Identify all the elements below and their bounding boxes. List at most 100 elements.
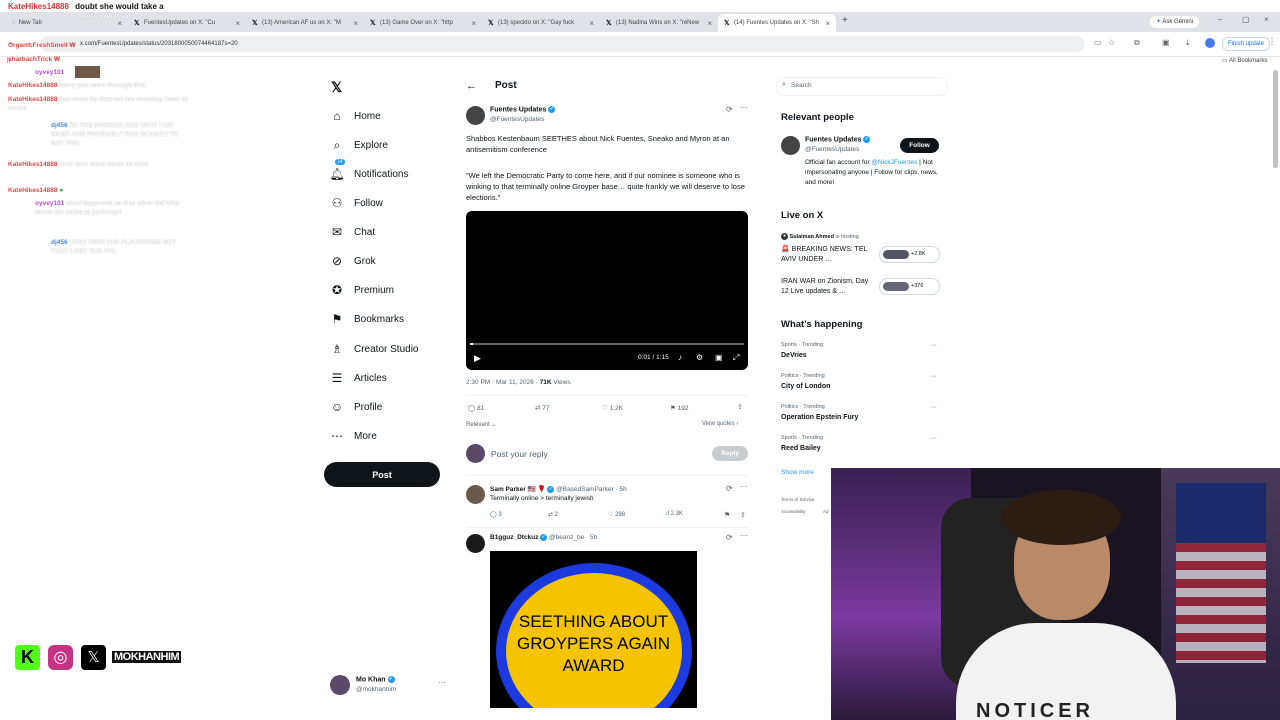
more-icon[interactable]: ···	[740, 482, 748, 491]
browser-tab[interactable]: 𝕏 (13) Nadina Wins on X: "reNew ×	[600, 14, 718, 32]
more-icon[interactable]: ···	[930, 342, 937, 349]
live-listeners[interactable]: +376	[879, 278, 940, 295]
repost-action[interactable]: ⇄ 77	[535, 404, 550, 412]
extensions-icon[interactable]: ⧉	[1134, 38, 1140, 48]
follow-button[interactable]: Follow	[900, 138, 939, 153]
footer-link[interactable]: Terms of Service	[781, 497, 815, 502]
reply-action[interactable]: ◯ 3	[490, 511, 502, 518]
show-more-link[interactable]: Show more	[781, 469, 814, 476]
nav-item-home[interactable]: ⌂ Home	[330, 106, 380, 126]
person-name[interactable]: Fuentes Updates ✓	[805, 136, 871, 143]
play-icon[interactable]: ▶	[474, 353, 481, 364]
more-icon[interactable]: ···	[930, 404, 937, 411]
more-icon[interactable]: ···	[740, 531, 748, 540]
page-scrollbar[interactable]	[1273, 70, 1278, 168]
avatar[interactable]	[781, 136, 800, 155]
settings-icon[interactable]: ⚙	[696, 353, 703, 362]
nav-item-more[interactable]: ⋯ More	[330, 426, 377, 446]
browser-tab[interactable]: 𝕏 (13) speckto on X: "Gay fuck ×	[482, 14, 600, 32]
reply-input[interactable]: Post your reply	[491, 449, 548, 459]
avatar[interactable]	[466, 485, 485, 504]
close-icon[interactable]: ×	[589, 19, 594, 28]
more-icon[interactable]: ···	[438, 678, 446, 687]
more-icon[interactable]: ···	[930, 435, 937, 442]
nav-item-chat[interactable]: ✉ Chat	[330, 222, 375, 242]
volume-icon[interactable]: ♪	[678, 353, 682, 362]
tweet-handle[interactable]: @FuentesUpdates	[490, 116, 544, 123]
repost-action[interactable]: ⇄ 2	[548, 511, 558, 518]
close-icon[interactable]: ×	[353, 19, 358, 28]
avatar[interactable]	[466, 534, 485, 553]
nav-item-premium[interactable]: ✪ Premium	[330, 280, 394, 300]
new-tab-button[interactable]: +	[842, 15, 848, 26]
trend-name[interactable]: Reed Bailey	[781, 445, 821, 452]
trend-name[interactable]: Operation Epstein Fury	[781, 414, 858, 421]
person-handle[interactable]: @FuentesUpdates	[805, 146, 859, 153]
close-icon[interactable]: ×	[471, 19, 476, 28]
nav-item-follow[interactable]: ⚇ Follow	[330, 193, 383, 213]
grok-icon[interactable]: ⟳	[726, 533, 733, 542]
search-box[interactable]: ⌕ Search	[776, 77, 948, 96]
sidebar-icon[interactable]: ▣	[1162, 38, 1170, 47]
menu-icon[interactable]: ⋮	[1268, 37, 1276, 46]
x-logo-icon[interactable]: 𝕏	[331, 79, 342, 96]
tweet-author[interactable]: Fuentes Updates ✓	[490, 106, 556, 113]
reply-action[interactable]: ◯ 81	[468, 404, 484, 412]
reply-button[interactable]: Reply	[712, 446, 748, 461]
like-action[interactable]: ♡ 1.2K	[602, 404, 623, 412]
close-icon[interactable]: ×	[235, 19, 240, 28]
bookmark-icon[interactable]: ⚑	[724, 511, 730, 519]
browser-tab[interactable]: 𝕏 (13) Game Over on X: "http ×	[364, 14, 482, 32]
grok-icon[interactable]: ⟳	[726, 484, 733, 493]
more-icon[interactable]: ···	[740, 103, 748, 112]
nav-item-explore[interactable]: ⌕ Explore	[330, 135, 388, 155]
view-quotes-link[interactable]: View quotes ›	[702, 421, 738, 427]
live-host[interactable]: ● Sulaiman Ahmed is hosting	[781, 233, 859, 240]
browser-tab-active[interactable]: 𝕏 (14) Fuentes Updates on X: "Sh ×	[718, 14, 836, 32]
back-arrow-icon[interactable]: ←	[466, 80, 477, 92]
live-title-2[interactable]: IRAN WAR on Zionism, Day 12 Live updates…	[781, 277, 875, 297]
nav-item-creator-studio[interactable]: ♗ Creator Studio	[330, 339, 419, 359]
download-icon[interactable]: ⤓	[1186, 38, 1190, 48]
url-input[interactable]: x.com/FuentesUpdates/status/203180005007…	[40, 36, 1085, 52]
share-icon[interactable]: ⇪	[737, 403, 743, 411]
trend-name[interactable]: City of London	[781, 383, 830, 390]
trend-name[interactable]: DeVries	[781, 352, 807, 359]
star-icon[interactable]: ☆	[1108, 38, 1115, 47]
account-switcher[interactable]: Mo Khan ✓ @mokhanhim ···	[330, 675, 450, 697]
sort-dropdown[interactable]: Relevant ⌄	[466, 421, 496, 428]
grok-icon[interactable]: ⟳	[726, 105, 733, 114]
all-bookmarks-link[interactable]: ▭ All Bookmarks	[1222, 57, 1267, 64]
nav-item-articles[interactable]: ☰ Articles	[330, 368, 387, 388]
reply-author[interactable]: Sam Parker 🇺🇸 🌹 ✓ @BasedSamParker · 5h	[490, 485, 627, 493]
views-action[interactable]: ıl 2.3K	[666, 511, 683, 517]
footer-link[interactable]: Ad	[823, 509, 829, 514]
cast-icon[interactable]: ▭	[1094, 38, 1102, 47]
pip-icon[interactable]: ▣	[715, 353, 723, 362]
close-icon[interactable]: ×	[825, 19, 830, 28]
reply-image[interactable]: SEETHING ABOUT GROYPERS AGAIN AWARD	[490, 551, 697, 708]
finish-update-button[interactable]: Finish update	[1222, 37, 1271, 51]
nav-item-profile[interactable]: ☺ Profile	[330, 397, 383, 417]
footer-link[interactable]: Accessibility	[781, 509, 806, 514]
nav-item-grok[interactable]: ⊘ Grok	[330, 251, 376, 271]
ask-gemini-button[interactable]: ✦ Ask Gemini	[1150, 16, 1200, 28]
share-icon[interactable]: ⇪	[740, 511, 746, 519]
browser-tab[interactable]: 𝕏 (13) American AF us on X: "M ×	[246, 14, 364, 32]
like-action[interactable]: ♡ 298	[608, 511, 625, 518]
more-icon[interactable]: ···	[930, 373, 937, 380]
minimize-button[interactable]: –	[1218, 15, 1222, 24]
profile-avatar[interactable]	[1205, 38, 1215, 48]
live-title-1[interactable]: 🚨 BREAKING NEWS: TEL AVIV UNDER …	[781, 245, 875, 265]
window-close-button[interactable]: ×	[1264, 15, 1269, 24]
nav-item-bookmarks[interactable]: ⚑ Bookmarks	[330, 309, 404, 329]
reply-author[interactable]: B1gguz_Dtckuz ✓ @beanz_be · 5h	[490, 534, 597, 541]
mention-link[interactable]: @NickJFuentes	[871, 159, 917, 166]
video-progress[interactable]	[470, 343, 744, 345]
avatar[interactable]	[466, 106, 485, 125]
nav-item-notifications[interactable]: 🔔︎ 14 Notifications	[329, 159, 408, 184]
video-player[interactable]: ▶ 0:01 / 1:15 ♪ ⚙ ▣ ⤢	[466, 211, 748, 370]
bookmark-action[interactable]: ⚑ 192	[670, 404, 689, 412]
live-listeners[interactable]: +2.8K	[879, 246, 940, 263]
post-button[interactable]: Post	[324, 462, 440, 487]
